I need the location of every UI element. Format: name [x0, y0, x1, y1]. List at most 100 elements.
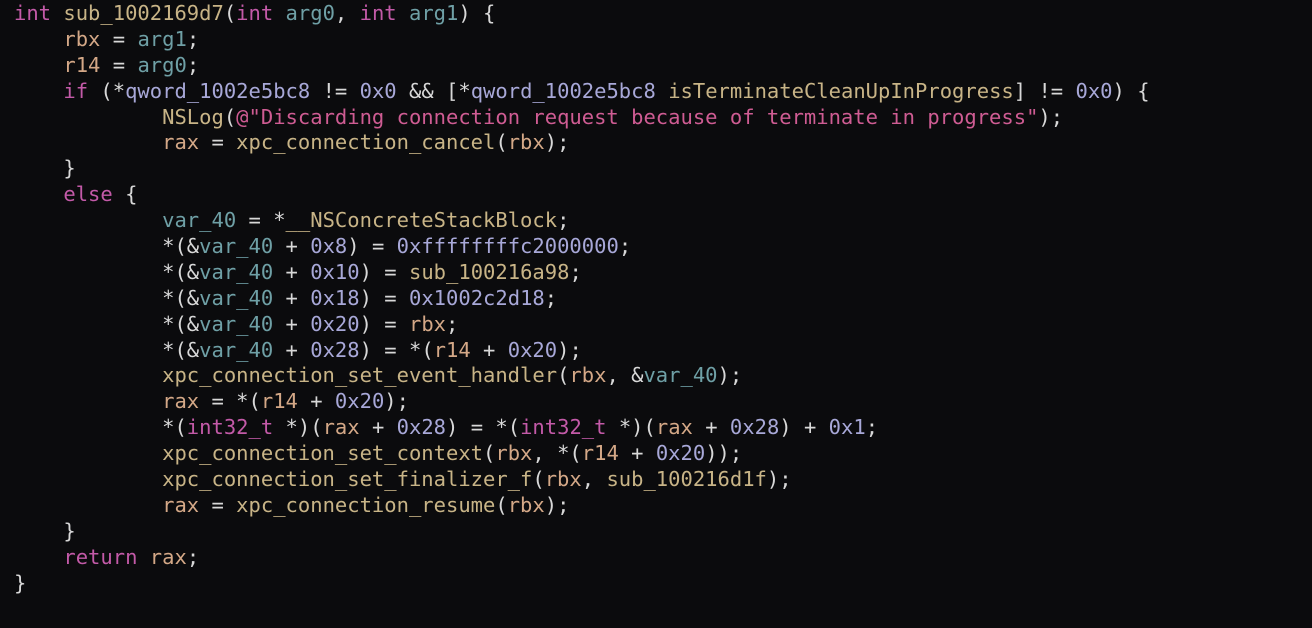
code-line[interactable]: }	[14, 156, 1304, 182]
code-token-keyword: if	[63, 78, 89, 103]
code-token-plain: ;	[446, 311, 459, 336]
code-token-variable: var_40	[199, 259, 274, 284]
code-token-number: 0x20	[655, 441, 706, 466]
code-token-plain: }	[14, 518, 76, 543]
code-line[interactable]: return rax;	[14, 545, 1304, 571]
code-token-keyword: int32_t	[520, 415, 607, 440]
code-token-plain: ) = *(	[446, 415, 521, 440]
code-token-plain: +	[618, 441, 656, 466]
code-token-plain: = *(	[199, 389, 261, 414]
code-token-plain: =	[199, 130, 237, 155]
code-token-number: 0x0	[1075, 78, 1113, 103]
code-line[interactable]: var_40 = *__NSConcreteStackBlock;	[14, 208, 1304, 234]
code-token-variable: var_40	[199, 234, 274, 259]
code-token-function: xpc_connection_set_context	[162, 441, 484, 466]
code-line[interactable]: xpc_connection_set_context(rbx, *(r14 + …	[14, 441, 1304, 467]
code-token-register: rax	[162, 130, 200, 155]
code-token-plain: *)(	[273, 415, 323, 440]
code-token-number: 0x28	[310, 337, 360, 362]
code-token-plain: , *(	[532, 441, 582, 466]
code-token-function: xpc_connection_cancel	[236, 130, 496, 155]
code-token-keyword: int	[236, 1, 274, 25]
code-token-keyword: return	[63, 544, 138, 569]
code-token-function: __NSConcreteStackBlock	[285, 208, 558, 233]
code-token-plain: ] !=	[1013, 78, 1076, 103]
code-token-number: qword_1002e5bc8	[125, 78, 311, 103]
code-token-plain: *(&	[14, 285, 200, 310]
code-line[interactable]: rax = *(r14 + 0x20);	[14, 389, 1304, 415]
code-line[interactable]: r14 = arg0;	[14, 53, 1304, 79]
code-line[interactable]: rax = xpc_connection_cancel(rbx);	[14, 130, 1304, 156]
code-token-plain: *(&	[14, 311, 200, 336]
code-token-number: 0x20	[507, 337, 558, 362]
code-line[interactable]: rbx = arg1;	[14, 27, 1304, 53]
code-token-number: 0x18	[310, 285, 360, 310]
code-token-register: rbx	[544, 467, 582, 492]
code-token-register: rbx	[569, 363, 607, 388]
code-token-number: 0x28	[396, 415, 447, 440]
code-token-plain: ) {	[1112, 78, 1150, 103]
code-token-plain: *(&	[14, 259, 200, 284]
code-token-function: isTerminateCleanUpInProgress	[668, 78, 1014, 103]
code-token-plain: = *	[236, 208, 286, 233]
code-line[interactable]: }	[14, 571, 1304, 597]
code-line[interactable]: *(&var_40 + 0x18) = 0x1002c2d18;	[14, 286, 1304, 312]
code-line[interactable]: *(int32_t *)(rax + 0x28) = *(int32_t *)(…	[14, 415, 1304, 441]
code-token-register: rax	[149, 544, 187, 569]
code-token-number: qword_1002e5bc8	[470, 78, 656, 103]
code-token-register: rax	[162, 389, 200, 414]
code-token-function: sub_1002169d7	[63, 1, 224, 25]
code-token-plain: +	[273, 337, 311, 362]
code-line[interactable]: *(&var_40 + 0x10) = sub_100216a98;	[14, 260, 1304, 286]
code-token-plain: +	[359, 415, 397, 440]
code-line[interactable]: xpc_connection_set_finalizer_f(rbx, sub_…	[14, 467, 1304, 493]
code-token-plain: {	[112, 182, 138, 207]
code-line[interactable]: rax = xpc_connection_resume(rbx);	[14, 493, 1304, 519]
code-token-keyword: else	[63, 182, 113, 207]
code-line[interactable]: }	[14, 519, 1304, 545]
code-token-plain: );	[557, 337, 582, 362]
code-token-plain: );	[544, 130, 570, 155]
code-token-number: 0x0	[359, 78, 397, 103]
code-token-plain: (	[223, 1, 237, 25]
code-line[interactable]: *(&var_40 + 0x8) = 0xffffffffc2000000;	[14, 234, 1304, 260]
code-line[interactable]: *(&var_40 + 0x28) = *(r14 + 0x20);	[14, 338, 1304, 364]
code-token-plain: );	[1038, 104, 1064, 129]
code-token-plain: *(&	[14, 234, 200, 259]
code-line[interactable]: int sub_1002169d7(int arg0, int arg1) {	[14, 1, 1304, 27]
code-token-plain: !=	[310, 78, 360, 103]
code-view[interactable]: int sub_1002169d7(int arg0, int arg1) { …	[14, 0, 1304, 628]
code-line[interactable]: xpc_connection_set_event_handler(rbx, &v…	[14, 363, 1304, 389]
code-token-keyword: int	[359, 1, 397, 25]
code-token-function: xpc_connection_set_event_handler	[162, 363, 558, 388]
code-token-plain: ) =	[359, 285, 409, 310]
code-token-plain: );	[717, 363, 743, 388]
code-token-register: rax	[655, 415, 693, 440]
code-token-string: @"Discarding connection request because …	[236, 104, 1039, 129]
code-token-number: 0x20	[334, 389, 385, 414]
code-token-plain: ,	[581, 467, 607, 492]
code-token-function: xpc_connection_set_finalizer_f	[162, 467, 533, 492]
code-token-plain: ,	[334, 1, 360, 25]
code-token-plain: );	[384, 389, 409, 414]
code-token-register: r14	[581, 441, 619, 466]
code-line[interactable]: NSLog(@"Discarding connection request be…	[14, 105, 1304, 131]
code-token-register: rbx	[408, 311, 447, 336]
code-token-register: rbx	[507, 130, 545, 155]
code-line[interactable]: else {	[14, 182, 1304, 208]
code-line[interactable]: *(&var_40 + 0x20) = rbx;	[14, 312, 1304, 338]
code-token-plain: =	[100, 52, 138, 77]
code-token-number: 0x1002c2d18	[408, 285, 545, 310]
code-token-plain: ;	[618, 234, 632, 259]
code-line[interactable]: if (*qword_1002e5bc8 != 0x0 && [*qword_1…	[14, 79, 1304, 105]
code-token-plain: && [*	[396, 78, 471, 103]
code-token-plain: (	[495, 130, 508, 155]
